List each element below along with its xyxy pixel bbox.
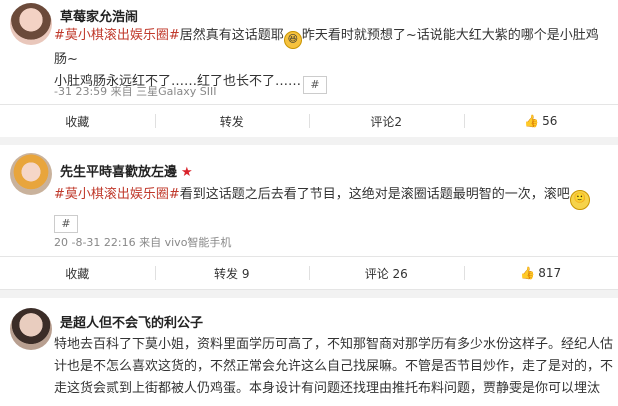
repost-label: 转发 9 bbox=[214, 266, 250, 281]
action-bar: 收藏 转发 评论2 👍 56 bbox=[0, 104, 618, 138]
repost-label: 转发 bbox=[219, 114, 244, 129]
username[interactable]: 先生平時喜歡放左邊 ★ bbox=[60, 161, 193, 180]
favorite-label: 收藏 bbox=[65, 266, 90, 281]
content-line: 特地去百科了下莫小姐，资料里面学历可高了，不知那智商对那学历有多少水份这样子。经… bbox=[54, 337, 614, 352]
avatar[interactable] bbox=[10, 308, 52, 350]
content-line: #莫小棋滚出娱乐圈#居然真有这话题耶 😆 昨天看时就预想了~话说能大红大紫的哪个是小… bbox=[54, 25, 608, 71]
like-button[interactable]: 👍 56 bbox=[463, 105, 618, 137]
like-button[interactable]: 👍 817 bbox=[463, 257, 618, 289]
comment-label: 评论 26 bbox=[364, 266, 408, 281]
content-line: #莫小棋滚出娱乐圈#看到这话题之后去看了节目，这绝对是滚圈话题最明智的一次，滚吧… bbox=[54, 184, 608, 210]
laughing-emoji-icon: 😆 bbox=[283, 31, 302, 49]
content-line: 计也是不怎么喜欢这货的，不然正常会允许这么自己找屎嘛。不管是否节目炒作，走了是对… bbox=[54, 359, 614, 374]
thumbs-up-icon: 👍 bbox=[524, 114, 540, 128]
repost-button[interactable]: 转发 9 bbox=[154, 257, 310, 289]
smiling-emoji-icon: 🙂 bbox=[569, 190, 590, 210]
username[interactable]: 草莓家允浩闹 bbox=[60, 6, 138, 25]
favorite-label: 收藏 bbox=[65, 114, 90, 129]
content-line: 走这货会贰到上街都被人仍鸡蛋。本身设计有问题还找理由推托布料问题，贾静雯是你可以… bbox=[54, 381, 601, 396]
comment-label: 评论2 bbox=[370, 114, 403, 129]
comment-button[interactable]: 评论 26 bbox=[309, 257, 464, 289]
action-bar: 收藏 转发 9 评论 26 👍 817 bbox=[0, 256, 618, 290]
favorite-button[interactable]: 收藏 bbox=[0, 105, 155, 137]
topic-link[interactable]: #莫小棋滚出娱乐圈# bbox=[54, 28, 180, 43]
thumbs-up-icon: 👍 bbox=[520, 266, 536, 280]
username-text: 先生平時喜歡放左邊 bbox=[60, 165, 178, 180]
comment-button[interactable]: 评论2 bbox=[309, 105, 464, 137]
favorite-button[interactable]: 收藏 bbox=[0, 257, 155, 289]
username[interactable]: 是超人但不会飞的利公子 bbox=[60, 312, 203, 331]
avatar[interactable] bbox=[10, 153, 52, 195]
avatar[interactable] bbox=[10, 3, 52, 45]
post-meta: 20 -8-31 22:16 来自 vivo智能手机 bbox=[54, 236, 232, 249]
post-divider bbox=[0, 290, 618, 298]
post-2: 先生平時喜歡放左邊 ★ #莫小棋滚出娱乐圈#看到这话题之后去看了节目，这绝对是滚圈… bbox=[0, 146, 618, 290]
repost-button[interactable]: 转发 bbox=[154, 105, 310, 137]
post-content: #莫小棋滚出娱乐圈#看到这话题之后去看了节目，这绝对是滚圈话题最明智的一次，滚吧… bbox=[54, 184, 608, 233]
post-meta: -31 23:59 来自 三星Galaxy SIII bbox=[54, 85, 217, 98]
post-divider bbox=[0, 137, 618, 145]
hash-tag-box[interactable]: # bbox=[303, 76, 328, 94]
like-count: 817 bbox=[538, 266, 562, 280]
topic-link[interactable]: #莫小棋滚出娱乐圈# bbox=[54, 187, 180, 202]
like-count: 56 bbox=[542, 114, 558, 128]
star-icon: ★ bbox=[181, 165, 193, 180]
post-content: 特地去百科了下莫小姐，资料里面学历可高了，不知那智商对那学历有多少水份这样子。经… bbox=[54, 334, 614, 400]
post-3: 是超人但不会飞的利公子 特地去百科了下莫小姐，资料里面学历可高了，不知那智商对那… bbox=[0, 298, 618, 406]
content-line: # bbox=[54, 210, 608, 233]
hash-tag-box[interactable]: # bbox=[54, 215, 78, 233]
post-text: 居然真有这话题耶 bbox=[179, 28, 284, 43]
post-1: 草莓家允浩闹 #莫小棋滚出娱乐圈#居然真有这话题耶 😆 昨天看时就预想了~话说能大红… bbox=[0, 0, 618, 138]
post-text: 看到这话题之后去看了节目，这绝对是滚圈话题最明智的一次，滚吧 bbox=[179, 187, 570, 202]
